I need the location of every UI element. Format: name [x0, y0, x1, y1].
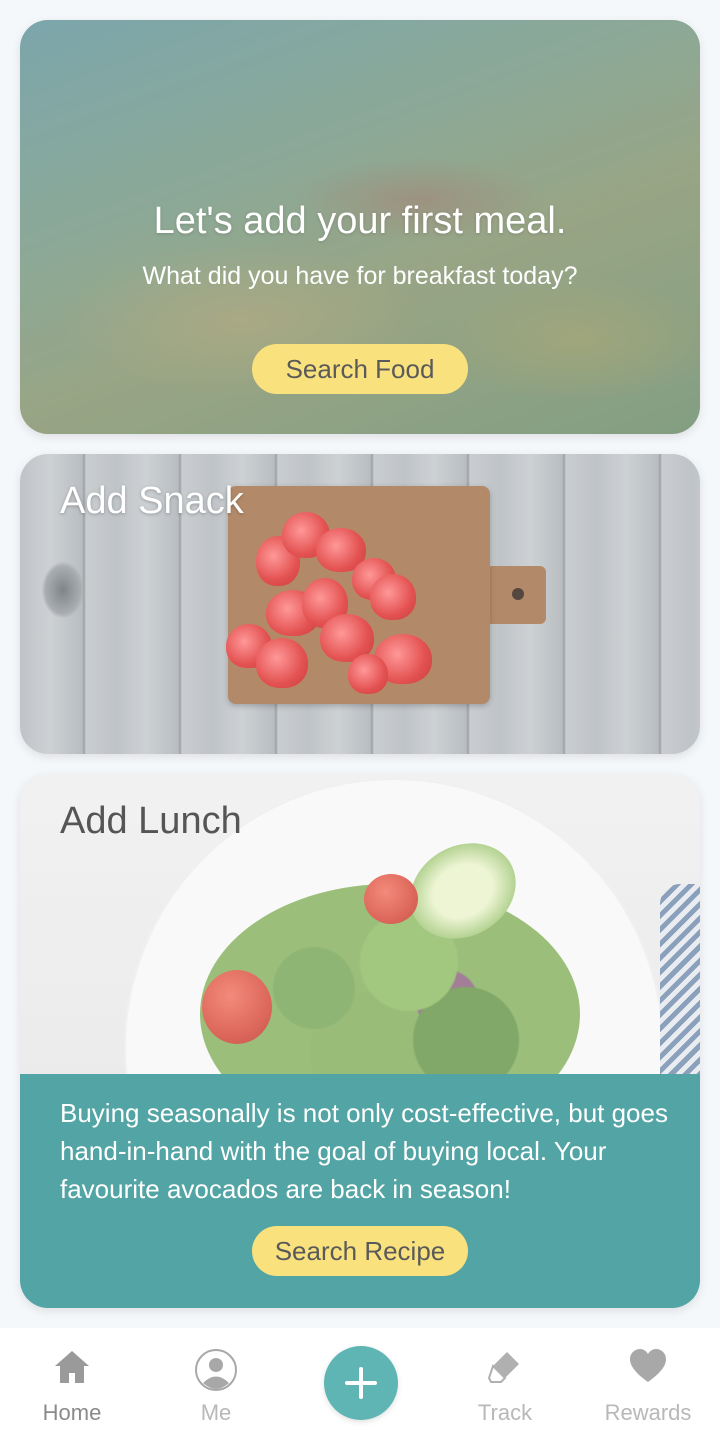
search-food-button[interactable]: Search Food [252, 344, 468, 394]
eraser-icon [485, 1348, 525, 1393]
nav-item-track[interactable]: Track [433, 1328, 577, 1440]
nav-label-rewards: Rewards [604, 1400, 692, 1425]
add-meal-button[interactable] [324, 1346, 398, 1420]
seasonal-tip-text: Buying seasonally is not only cost-effec… [60, 1098, 668, 1204]
plus-icon [345, 1367, 377, 1399]
nav-label-home: Home [42, 1400, 102, 1425]
nav-item-rewards[interactable]: Rewards [576, 1328, 720, 1440]
lunch-card[interactable]: Add Lunch Buying seasonally is not only … [20, 774, 700, 1308]
home-screen: Let's add your first meal. What did you … [0, 0, 720, 1440]
breakfast-card-subtitle: What did you have for breakfast today? [142, 262, 578, 290]
lunch-card-title: Add Lunch [60, 800, 242, 842]
breakfast-card-title: Let's add your first meal. [153, 200, 567, 242]
nav-item-me[interactable]: Me [144, 1328, 288, 1440]
nav-item-home[interactable]: Home [0, 1328, 144, 1440]
search-recipe-button[interactable]: Search Recipe [252, 1226, 468, 1276]
snack-card-title: Add Snack [60, 480, 244, 522]
bottom-nav: Home Me Track Rewards [0, 1328, 720, 1440]
home-icon [52, 1348, 92, 1391]
nav-label-track: Track [477, 1400, 533, 1425]
breakfast-card[interactable]: Let's add your first meal. What did you … [20, 20, 700, 434]
salad-photo: Add Lunch [20, 774, 700, 1074]
nav-label-me: Me [200, 1400, 232, 1425]
profile-icon [194, 1348, 238, 1397]
snack-card[interactable]: Add Snack [20, 454, 700, 754]
heart-icon [628, 1348, 668, 1389]
seasonal-tip-panel: Buying seasonally is not only cost-effec… [20, 1074, 700, 1308]
